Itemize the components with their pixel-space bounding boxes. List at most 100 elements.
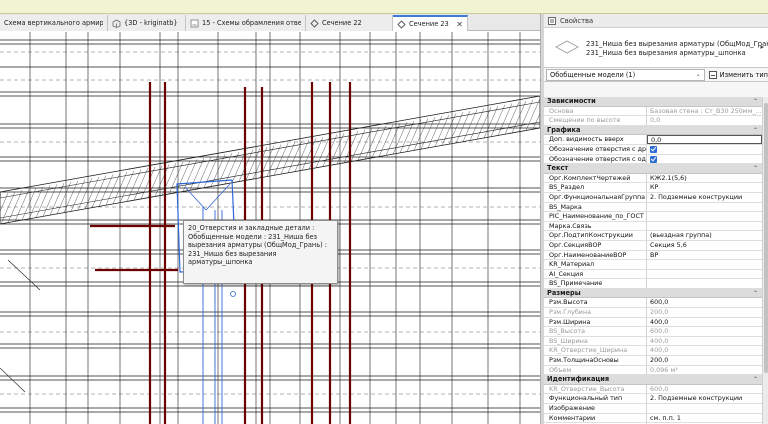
- scrollbar-thumb[interactable]: [764, 103, 768, 373]
- property-name: BS_Раздел: [544, 183, 647, 192]
- property-row: Орг.КомплектЧертежей КЖ2.1(5,6): [544, 173, 762, 184]
- tab-3[interactable]: Сечение 22: [306, 15, 393, 31]
- property-row: KR_Отверстие_Ширина 400,0: [544, 346, 762, 357]
- property-checkbox-cell[interactable]: [647, 145, 762, 154]
- property-value[interactable]: 0,0: [647, 135, 762, 144]
- element-filter-select[interactable]: Обобщенные модели (1) ⌄: [546, 68, 705, 81]
- property-row: Рзм.Ширина 400,0: [544, 317, 762, 328]
- checkbox-checked[interactable]: [650, 155, 657, 163]
- property-value[interactable]: [647, 222, 762, 231]
- type-dropdown-arrow-icon[interactable]: ▸: [760, 43, 764, 51]
- property-value[interactable]: [647, 279, 762, 288]
- property-group-header[interactable]: Текст ⌃: [544, 164, 762, 174]
- collapse-icon[interactable]: ⌃: [753, 164, 758, 173]
- collapse-icon[interactable]: ⌃: [753, 289, 758, 298]
- type-selector[interactable]: 231_Ниша без вырезания арматуры (ОбщМод_…: [544, 28, 768, 68]
- property-value[interactable]: Секция 5,6: [647, 241, 762, 250]
- type-name-line2: 231_Ниша без вырезания арматуры_шпонка: [586, 49, 746, 57]
- property-row: KR_Отверстие_Высота 600,0: [544, 384, 762, 395]
- property-name: BS_Ширина: [544, 336, 647, 346]
- properties-scrollbar[interactable]: [762, 97, 768, 424]
- property-row: BS_Марка: [544, 202, 762, 213]
- property-group-header[interactable]: Графика ⌃: [544, 125, 762, 136]
- property-value[interactable]: (вьездная группа): [647, 231, 762, 240]
- properties-panel: Свойства 231_Ниша без вырезания арматуры…: [544, 14, 768, 424]
- property-value: 600,0: [650, 327, 669, 336]
- edit-type-button[interactable]: Изменить тип: [708, 70, 768, 79]
- tab-0[interactable]: Схема вертикального армирован...: [0, 15, 108, 31]
- property-name: Обозначение отверстия с одно...: [544, 154, 647, 164]
- property-value[interactable]: КР: [647, 183, 762, 192]
- cube-icon: [112, 19, 121, 28]
- properties-grid: Зависимости ⌃ Основа Базовая стена : Ст_В30…: [544, 97, 762, 424]
- property-group-name: Размеры: [547, 288, 581, 297]
- chevron-down-icon: ⌄: [695, 70, 701, 78]
- property-group-name: Графика: [547, 125, 581, 134]
- tab-label: Сечение 23: [409, 20, 449, 28]
- property-row: Функциональный тип 2. Подземные конструкц…: [544, 394, 762, 404]
- type-preview-icon: [555, 40, 579, 54]
- property-value[interactable]: [647, 260, 762, 269]
- section-icon: [310, 18, 319, 28]
- tab-1[interactable]: {3D - kriginatb}: [108, 15, 186, 31]
- property-value[interactable]: 200,0: [647, 356, 762, 365]
- collapse-icon[interactable]: ⌃: [753, 375, 758, 384]
- property-value[interactable]: [647, 404, 762, 413]
- drawing-canvas[interactable]: 20_Отверстия и закладные детали : Обобще…: [0, 32, 540, 424]
- property-group-header[interactable]: Идентификация ⌃: [544, 375, 762, 385]
- property-row: BS_Высота 600,0: [544, 327, 762, 337]
- property-value[interactable]: [647, 203, 762, 212]
- property-name: Обозначение отверстия с друг...: [544, 144, 647, 154]
- property-row: AI_Секция: [544, 269, 762, 280]
- property-row: Рзм.Высота 600,0: [544, 298, 762, 309]
- property-value: 200,0: [650, 308, 669, 317]
- type-name-line1: 231_Ниша без вырезания арматуры (ОбщМод_…: [586, 40, 768, 48]
- property-value[interactable]: ВР: [647, 251, 762, 260]
- property-value[interactable]: 600,0: [647, 298, 762, 307]
- guide-line: [7, 259, 41, 291]
- properties-icon: [548, 16, 556, 25]
- collapse-icon[interactable]: ⌃: [753, 97, 758, 106]
- property-value[interactable]: [647, 212, 762, 221]
- property-row: KR_Материал: [544, 260, 762, 270]
- collapse-icon[interactable]: ⌃: [753, 126, 758, 135]
- property-value: 0,0: [650, 116, 661, 125]
- filter-value: Обобщенные модели (1): [550, 70, 636, 79]
- property-name: Орг.КомплектЧертежей: [544, 173, 647, 183]
- property-name: Комментарии: [544, 413, 647, 423]
- property-name: Орг.ПодтипКонструкции: [544, 231, 647, 240]
- property-group-name: Идентификация: [547, 375, 610, 384]
- property-row: Орг.СекцияВОР Секция 5,6: [544, 240, 762, 251]
- property-value[interactable]: 2. Подземные конструкции: [647, 193, 762, 202]
- close-icon[interactable]: ✕: [456, 20, 463, 29]
- property-name: AI_Секция: [544, 269, 647, 279]
- property-name: Основа: [544, 106, 647, 116]
- property-value[interactable]: см. п.п. 1: [647, 414, 762, 423]
- property-row: Марка.Связь: [544, 221, 762, 232]
- property-value[interactable]: КЖ2.1(5,6): [647, 174, 762, 183]
- filter-row: Обобщенные модели (1) ⌄ Изменить тип: [544, 68, 768, 82]
- property-name: Рзм.Ширина: [544, 317, 647, 327]
- property-value: 600,0: [650, 384, 669, 393]
- tab-4[interactable]: Сечение 23 ✕: [393, 15, 468, 31]
- property-row: BS_Ширина 400,0: [544, 336, 762, 347]
- property-row: Орг.ФункциональнаяГруппа 2. Подземные кон…: [544, 192, 762, 203]
- property-value[interactable]: 400,0: [647, 318, 762, 327]
- property-row: Комментарии см. п.п. 1: [544, 413, 762, 424]
- property-group-header[interactable]: Зависимости ⌃: [544, 97, 762, 107]
- tab-2[interactable]: 15 - Схемы обрамления отверсти...: [186, 15, 306, 31]
- property-checkbox-cell[interactable]: [647, 155, 762, 164]
- checkbox-checked[interactable]: [650, 145, 657, 153]
- property-row: BS_Примечание: [544, 279, 762, 289]
- section-icon: [397, 19, 406, 29]
- property-group-header[interactable]: Размеры ⌃: [544, 288, 762, 299]
- element-tooltip: 20_Отверстия и закладные детали : Обобще…: [183, 220, 338, 284]
- property-row: Доп. видимость вверх 0,0: [544, 135, 762, 145]
- property-name: Рзм.ТолщинаОсновы: [544, 356, 647, 365]
- selected-niche-diag: [184, 186, 207, 211]
- property-value[interactable]: 2. Подземные конструкции: [647, 394, 762, 403]
- property-value[interactable]: [647, 270, 762, 279]
- grip-handle-icon[interactable]: [230, 291, 236, 297]
- property-value: Базовая стена : Ст_В30 250мм_...: [650, 106, 762, 115]
- property-row: Обозначение отверстия с друг...: [544, 144, 762, 155]
